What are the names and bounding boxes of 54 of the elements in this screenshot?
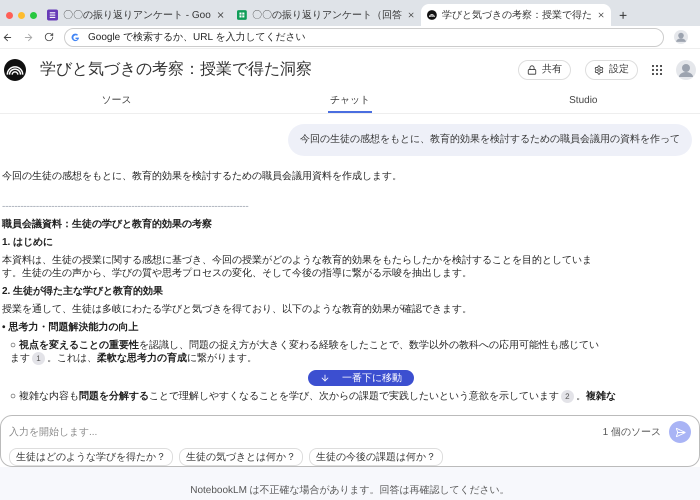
new-tab-button[interactable]: + (611, 4, 636, 26)
disclaimer-text: NotebookLM は不正確な場合があります。回答は再確認してください。 (190, 484, 510, 498)
close-icon[interactable] (406, 10, 415, 20)
panel-tab[interactable]: Studio (567, 90, 600, 113)
settings-button[interactable]: 設定 (585, 60, 638, 80)
address-bar[interactable]: Google で検索するか、URL を入力してください (64, 28, 664, 46)
user-message-bubble: 今回の生徒の感想をもとに、教育的効果を検討するための職員会議用の資料を作って (288, 124, 692, 156)
suggestion-chip[interactable]: 生徒はどのような学びを得たか？ (9, 448, 173, 466)
browser-tab[interactable]: 学びと気づきの考察：授業で得た (421, 4, 611, 26)
notebook-logo-icon (427, 9, 437, 21)
citation-chip[interactable]: 2 (560, 390, 574, 404)
avatar-icon[interactable] (674, 30, 688, 44)
bullet-item: ○ 複雑な内容も問題を分解することで理解しやすくなることを学び、次からの課題で実践したいという意欲を示しています 2 。複雑な (9, 390, 616, 404)
apps-grid-icon[interactable] (652, 64, 662, 74)
section-heading: 2. 生徒が得た主な学びと教育的効果 (2, 285, 164, 298)
suggestion-chip[interactable]: 生徒の今後の課題は何か？ (309, 448, 443, 466)
source-count: 1 個のソース (602, 426, 661, 440)
response-paragraph: 今回の生徒の感想をもとに、教育的効果を検討するための職員会議用資料を作成します。 (2, 170, 403, 183)
spreadsheet-icon (237, 9, 247, 21)
response-paragraph: 本資料は、生徒の授業に関する感想に基づき、今回の授業がどのような教育的効果をもたらしたかを検討することを目的としています。生徒の生の声から、学びの質や思考プロセスの変化、そして今後の指導に繋がる示唆を抽出します。 (2, 254, 593, 280)
tab-title: 〇〇の振り返りアンケート - Goo (63, 8, 211, 22)
response-paragraph: 授業を通して、生徒は多岐にわたる学びと気づきを得ており、以下のような教育的効果が確認できます。 (2, 303, 473, 316)
back-icon[interactable] (2, 32, 13, 42)
browser-tab[interactable]: 〇〇の振り返りアンケート - Goo (41, 4, 231, 26)
section-heading: 1. はじめに (2, 236, 54, 249)
tab-title: 学びと気づきの考察：授業で得た (442, 8, 592, 22)
notebook-title: 学びと気づきの考察：授業で得た洞察 (40, 60, 313, 80)
scroll-to-bottom-button[interactable]: 一番下に移動 (308, 370, 414, 386)
google-logo-icon (71, 32, 80, 42)
send-button[interactable] (669, 421, 691, 443)
notebook-logo-icon (4, 58, 26, 80)
section-heading: 職員会議資料：生徒の学びと教育的効果の考察 (2, 218, 213, 231)
share-button[interactable]: 共有 (518, 60, 571, 80)
close-icon[interactable] (216, 10, 225, 20)
settings-icon (594, 64, 604, 74)
avatar-icon[interactable] (676, 60, 696, 80)
lock-icon (527, 64, 537, 74)
panel-tab[interactable]: チャット (328, 90, 372, 113)
forward-icon[interactable] (23, 32, 34, 42)
tab-title: 〇〇の振り返りアンケート（回答 (252, 8, 402, 22)
suggestion-chip[interactable]: 生徒の気づきとは何か？ (179, 448, 303, 466)
citation-chip[interactable]: 1 (32, 352, 45, 365)
close-icon[interactable] (596, 10, 605, 20)
address-input[interactable]: Google で検索するか、URL を入力してください (88, 30, 657, 44)
dashed-divider: -------------------------------------------------------------------------------- (2, 200, 248, 213)
arrow-down-icon (320, 373, 330, 384)
form-icon (47, 9, 58, 21)
browser-tab[interactable]: 〇〇の振り返りアンケート（回答 (231, 4, 421, 26)
chat-input[interactable]: 入力を開始します... (9, 424, 595, 440)
send-icon (674, 426, 686, 438)
panel-tab[interactable]: ソース (100, 90, 134, 113)
reload-icon[interactable] (44, 32, 54, 42)
bullet-item: ○ 視点を変えることの重要性を認識し、問題の捉え方が大きく変わる経験をしたことで、数学以外の教科への応用可能性も感じています 1 。これは、柔軟な思考力の育成に繋がります。 (9, 339, 600, 366)
bullet-heading: • 思考力・問題解決能力の向上 (2, 321, 140, 334)
